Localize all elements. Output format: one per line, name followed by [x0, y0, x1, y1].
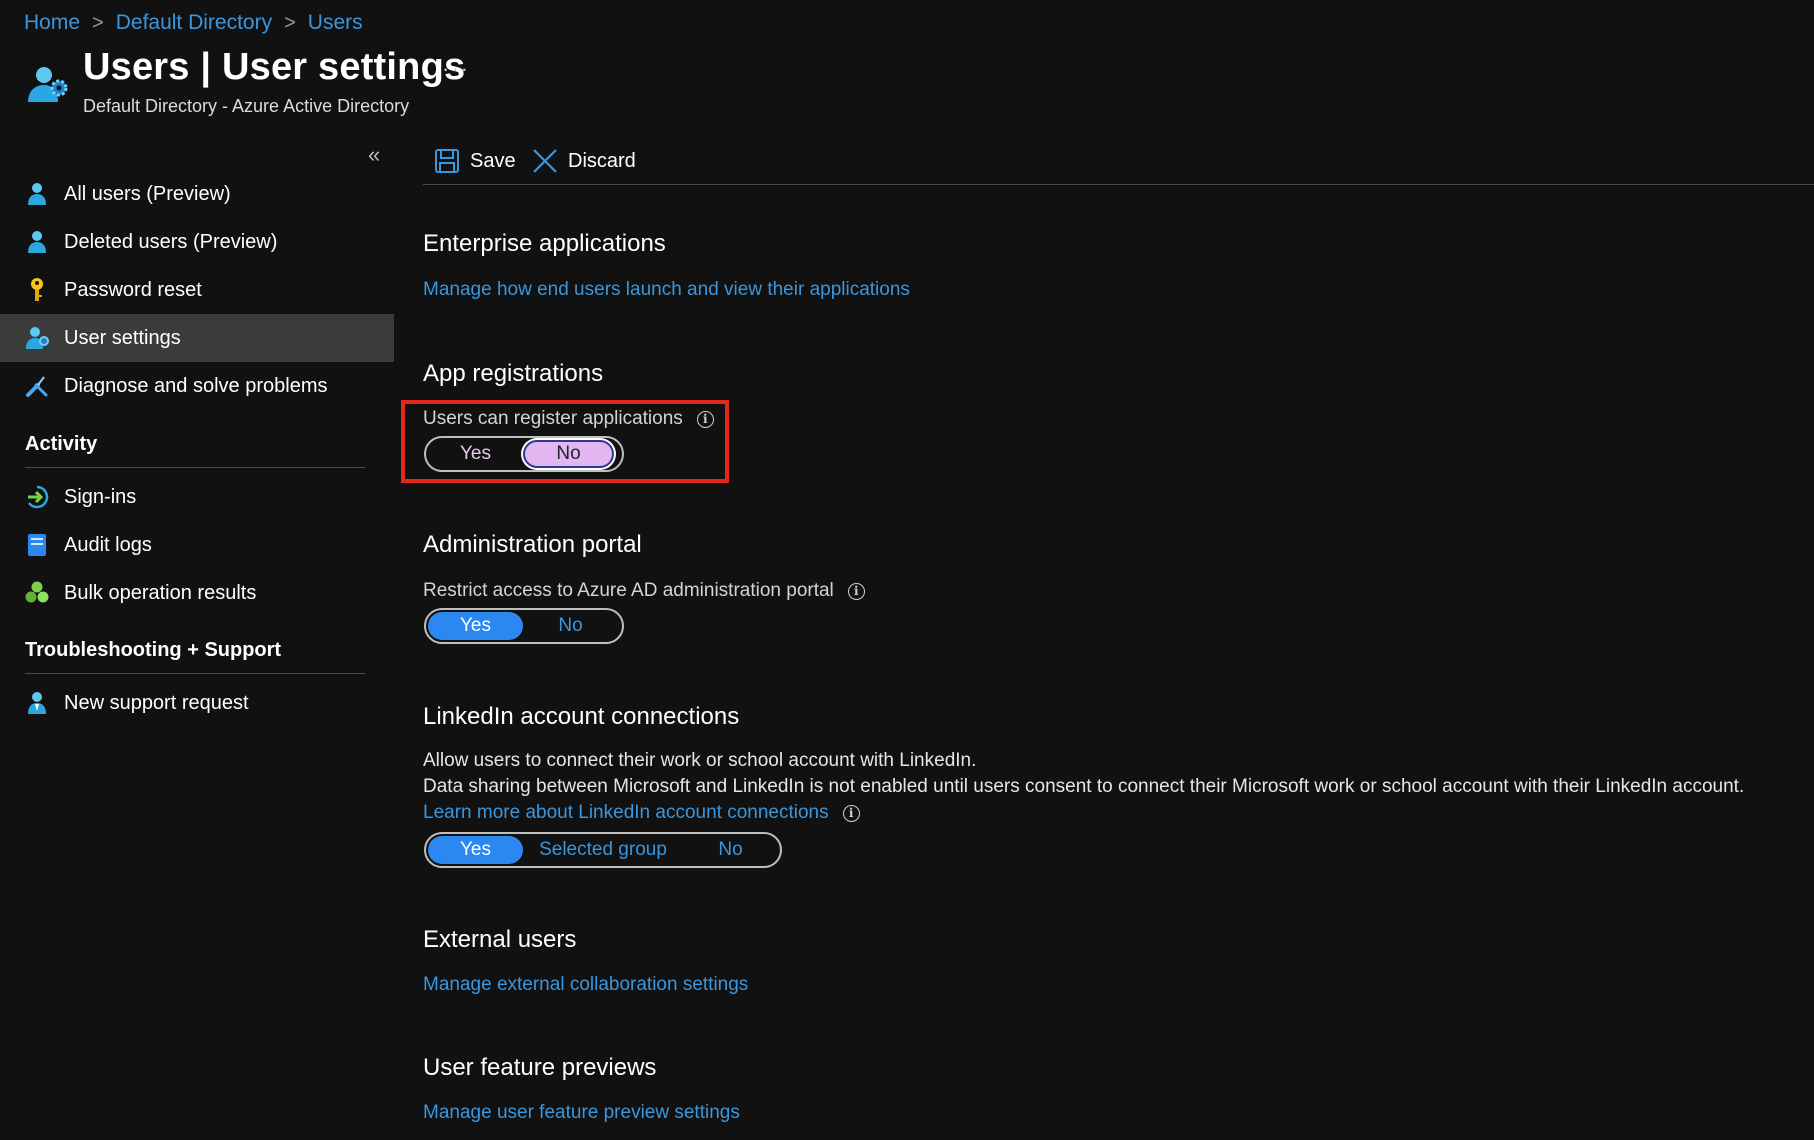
breadcrumb-home[interactable]: Home	[24, 11, 80, 35]
sidebar-item-label: Audit logs	[64, 533, 152, 556]
bulk-operation-icon	[24, 580, 50, 606]
sidebar-section-activity: Activity	[25, 433, 98, 455]
highlight-annotation	[401, 400, 729, 483]
sidebar-item-label: Diagnose and solve problems	[64, 374, 328, 397]
support-user-icon	[24, 690, 50, 716]
sidebar-item-label: Deleted users (Preview)	[64, 230, 278, 253]
save-icon	[435, 149, 459, 173]
sidebar-item-label: New support request	[64, 691, 249, 714]
info-icon[interactable]: i	[847, 582, 865, 600]
collapse-sidebar-button[interactable]: «	[368, 142, 380, 168]
toggle-option-no[interactable]: No	[523, 612, 618, 640]
info-icon[interactable]: i	[842, 804, 860, 822]
toolbar-divider	[423, 184, 1814, 185]
sidebar-item-label: Password reset	[64, 278, 202, 301]
sidebar-item-all-users[interactable]: All users (Preview)	[0, 170, 394, 218]
save-button[interactable]: Save	[434, 145, 516, 177]
linkedin-description: Allow users to connect their work or sch…	[423, 750, 977, 771]
user-icon	[24, 181, 50, 207]
sidebar-item-label: Bulk operation results	[64, 581, 257, 604]
breadcrumb-users[interactable]: Users	[308, 11, 363, 35]
sidebar-item-user-settings[interactable]: User settings	[0, 314, 394, 362]
linkedin-learn-more-row: Learn more about LinkedIn account connec…	[423, 802, 860, 824]
manage-enterprise-apps-link[interactable]: Manage how end users launch and view the…	[423, 279, 910, 301]
sidebar-item-audit-logs[interactable]: Audit logs	[0, 521, 394, 569]
enterprise-applications-heading: Enterprise applications	[423, 230, 666, 257]
sidebar-section-support: Troubleshooting + Support	[25, 639, 282, 661]
save-button-label: Save	[470, 149, 516, 172]
breadcrumb-default-directory[interactable]: Default Directory	[116, 11, 272, 35]
audit-log-icon	[24, 532, 50, 558]
page-subtitle: Default Directory - Azure Active Directo…	[83, 96, 410, 116]
sidebar-divider	[25, 673, 365, 674]
sidebar-item-bulk-operation-results[interactable]: Bulk operation results	[0, 569, 394, 617]
toggle-option-yes[interactable]: Yes	[428, 836, 523, 864]
user-feature-previews-heading: User feature previews	[423, 1054, 657, 1081]
wrench-icon	[24, 373, 50, 399]
sidebar-item-diagnose[interactable]: Diagnose and solve problems	[0, 362, 394, 410]
sidebar-item-new-support-request[interactable]: New support request	[0, 679, 394, 727]
sidebar-item-label: Sign-ins	[64, 485, 137, 508]
toggle-option-no[interactable]: No	[683, 836, 778, 864]
key-icon	[24, 277, 50, 303]
toggle-option-yes[interactable]: Yes	[428, 612, 523, 640]
user-icon	[24, 229, 50, 255]
sidebar-divider	[25, 467, 365, 468]
restrict-admin-portal-toggle[interactable]: Yes No	[424, 608, 624, 644]
linkedin-learn-more-link[interactable]: Learn more about LinkedIn account connec…	[423, 802, 829, 824]
discard-button[interactable]: Discard	[532, 145, 636, 177]
close-icon	[533, 149, 557, 173]
sidebar-item-label: All users (Preview)	[64, 182, 231, 205]
breadcrumb-separator: >	[284, 11, 296, 34]
sidebar-item-sign-ins[interactable]: Sign-ins	[0, 473, 394, 521]
linkedin-data-sharing-note: Data sharing between Microsoft and Linke…	[423, 776, 1745, 797]
external-users-heading: External users	[423, 926, 577, 953]
page-title: Users | User settings	[83, 46, 466, 88]
toggle-option-selected-group[interactable]: Selected group	[523, 836, 683, 864]
administration-portal-heading: Administration portal	[423, 531, 642, 558]
discard-button-label: Discard	[568, 149, 636, 172]
restrict-admin-portal-label: Restrict access to Azure AD administrati…	[423, 580, 865, 602]
user-settings-icon	[24, 325, 50, 351]
breadcrumb-separator: >	[92, 11, 104, 34]
linkedin-connections-heading: LinkedIn account connections	[423, 703, 740, 730]
breadcrumb: Home > Default Directory > Users	[24, 8, 363, 38]
sidebar-item-deleted-users[interactable]: Deleted users (Preview)	[0, 218, 394, 266]
linkedin-connections-toggle[interactable]: Yes Selected group No	[424, 832, 782, 868]
more-options-button[interactable]: ···	[442, 56, 470, 82]
sidebar-item-label: User settings	[64, 326, 181, 349]
manage-external-collaboration-link[interactable]: Manage external collaboration settings	[423, 974, 748, 996]
manage-feature-previews-link[interactable]: Manage user feature preview settings	[423, 1102, 740, 1124]
users-gear-icon	[24, 62, 70, 108]
app-registrations-heading: App registrations	[423, 360, 604, 387]
sidebar-item-password-reset[interactable]: Password reset	[0, 266, 394, 314]
sign-in-icon	[24, 484, 50, 510]
